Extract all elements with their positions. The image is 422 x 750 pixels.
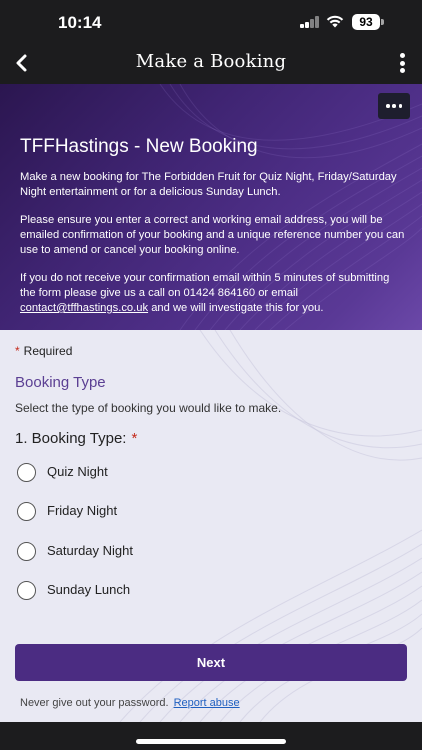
- option-sunday-lunch[interactable]: Sunday Lunch: [17, 579, 217, 601]
- report-abuse-link[interactable]: Report abuse: [174, 697, 240, 709]
- nav-bar: Make a Booking: [0, 44, 422, 84]
- required-star: *: [15, 344, 20, 358]
- form-contact-notice: If you do not receive your confirmation …: [20, 271, 408, 316]
- home-indicator[interactable]: [136, 739, 286, 744]
- password-warning: Never give out your password.: [20, 697, 169, 709]
- form-intro-text: Make a new booking for The Forbidden Fru…: [20, 171, 397, 198]
- option-label: Quiz Night: [47, 464, 108, 479]
- status-bar: 10:14 93: [0, 0, 422, 44]
- radio-button[interactable]: [17, 581, 36, 600]
- bottom-bar: [0, 722, 422, 750]
- radio-button[interactable]: [17, 502, 36, 521]
- section-description: Select the type of booking you would lik…: [15, 401, 282, 415]
- option-label: Friday Night: [47, 503, 118, 518]
- footer-note: Never give out your password. Report abus…: [20, 697, 240, 709]
- contact-notice-text: If you do not receive your confirmation …: [20, 272, 390, 299]
- form-header-banner: TFFHastings - New Booking Make a new boo…: [0, 84, 422, 330]
- required-label: Required: [23, 344, 73, 358]
- battery-level: 93: [352, 14, 380, 30]
- option-label: Sunday Lunch: [47, 582, 131, 597]
- ellipsis-icon[interactable]: [378, 93, 410, 119]
- form-email-notice: Please ensure you enter a correct and wo…: [20, 214, 405, 256]
- question-label: 1. Booking Type: *: [15, 430, 137, 447]
- question-text: 1. Booking Type:: [15, 430, 127, 447]
- form-body: * Required Booking Type Select the type o…: [0, 330, 422, 722]
- contact-email-link[interactable]: contact@tffhastings.co.uk: [20, 302, 148, 314]
- radio-button[interactable]: [17, 463, 36, 482]
- status-time: 10:14: [58, 13, 102, 32]
- form-title: TFFHastings - New Booking: [20, 136, 258, 157]
- option-label: Saturday Night: [47, 543, 133, 558]
- required-note: * Required: [15, 344, 72, 358]
- kebab-icon[interactable]: [390, 50, 414, 76]
- option-saturday-night[interactable]: Saturday Night: [17, 540, 217, 562]
- page-title: Make a Booking: [135, 51, 287, 72]
- contact-notice-suffix: and we will investigate this for you.: [151, 302, 324, 314]
- wifi-icon: [326, 15, 344, 28]
- question-required-star: *: [131, 430, 138, 447]
- next-button[interactable]: Next: [15, 644, 407, 681]
- radio-button[interactable]: [17, 542, 36, 561]
- section-title: Booking Type: [15, 374, 106, 391]
- cellular-signal-icon: [300, 16, 320, 28]
- option-quiz-night[interactable]: Quiz Night: [17, 461, 217, 483]
- battery-icon: 93: [352, 14, 384, 30]
- option-friday-night[interactable]: Friday Night: [17, 500, 217, 522]
